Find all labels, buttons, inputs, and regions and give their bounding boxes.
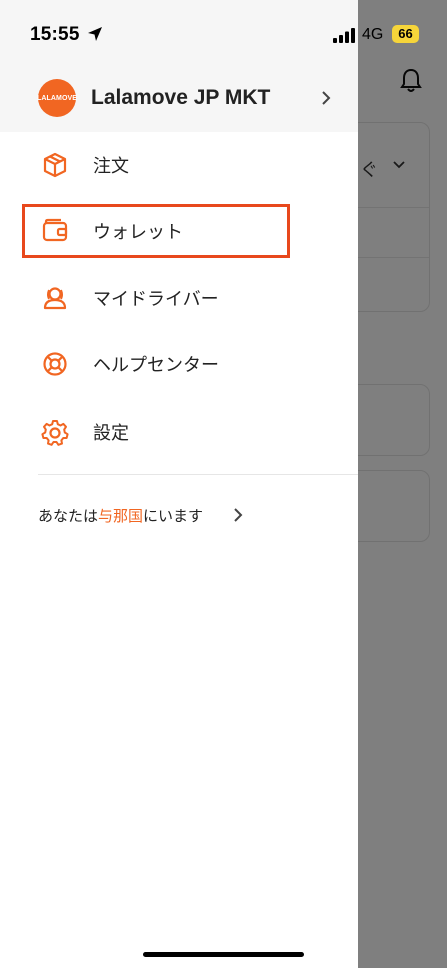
box-icon [40, 150, 70, 180]
menu-label: マイドライバー [93, 289, 219, 309]
gear-icon [40, 417, 70, 447]
network-type: 4G [362, 26, 384, 43]
location-arrow-icon [88, 27, 102, 41]
location-suffix: にいます [143, 507, 204, 525]
home-indicator[interactable] [143, 952, 304, 957]
menu-label: 注文 [93, 156, 129, 176]
side-drawer: LALAMOVE Lalamove JP MKT 注文 ウォレット マイドライバ… [0, 0, 358, 968]
divider [38, 474, 358, 475]
menu-item-settings[interactable]: 設定 [40, 412, 320, 452]
status-time: 15:55 [30, 24, 80, 45]
highlight-box [22, 204, 290, 258]
menu-item-help-center[interactable]: ヘルプセンター [40, 344, 320, 384]
chevron-right-icon [322, 91, 331, 105]
location-prefix: あなたは [38, 507, 99, 525]
menu-item-my-drivers[interactable]: マイドライバー [40, 278, 320, 318]
status-bar: 15:55 4G 66 [0, 0, 447, 60]
chevron-right-icon[interactable] [233, 507, 243, 523]
profile-name: Lalamove JP MKT [91, 86, 271, 109]
battery-icon: 66 [392, 25, 419, 43]
drivers-icon [40, 283, 70, 313]
menu-label: ヘルプセンター [93, 355, 219, 375]
avatar: LALAMOVE [37, 79, 77, 117]
current-location[interactable]: あなたは 与那国 にいます [38, 505, 203, 525]
menu-item-orders[interactable]: 注文 [40, 145, 320, 185]
signal-icon [333, 28, 355, 43]
location-place: 与那国 [98, 507, 144, 525]
profile-row[interactable]: LALAMOVE Lalamove JP MKT [37, 78, 338, 118]
menu-label: 設定 [93, 423, 129, 443]
lifebuoy-icon [40, 349, 70, 379]
